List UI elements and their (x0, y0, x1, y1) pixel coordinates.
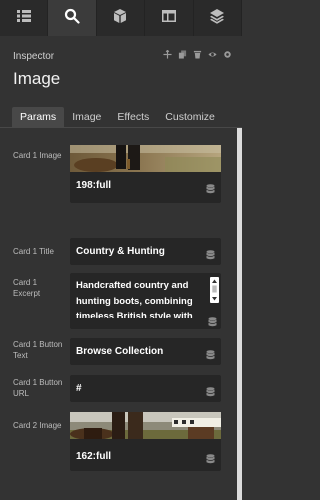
excerpt-scrollbar[interactable] (210, 277, 219, 303)
cube-icon (112, 8, 128, 29)
card2-image-thumbnail (70, 412, 221, 439)
card2-image-field[interactable]: 162:full (70, 412, 221, 471)
database-icon[interactable] (208, 314, 217, 327)
page-title: Image (13, 69, 61, 88)
database-icon[interactable] (206, 247, 215, 260)
card1-button-url-value: # (76, 383, 82, 394)
inspector-label: Inspector (13, 51, 55, 62)
database-icon[interactable] (206, 384, 215, 397)
layers-icon (209, 8, 225, 29)
inspector-tabs: Params Image Effects Customize (12, 107, 223, 127)
card1-title-label: Card 1 Title (13, 247, 54, 256)
database-icon[interactable] (206, 347, 215, 360)
move-icon[interactable] (163, 50, 172, 59)
card1-image-field[interactable]: 198:full (70, 145, 221, 203)
layout-button[interactable] (145, 0, 194, 36)
inspector-tools (163, 50, 232, 59)
card1-excerpt-value[interactable]: Handcrafted country and hunting boots, c… (76, 278, 208, 318)
card1-excerpt-label: Card 1 Excerpt (13, 278, 41, 298)
card1-title-value: Country & Hunting (76, 246, 165, 257)
database-icon[interactable] (206, 181, 215, 194)
elements-button[interactable] (97, 0, 146, 36)
card1-image-thumbnail (70, 145, 221, 172)
card1-button-text-field[interactable]: Browse Collection (70, 338, 221, 365)
tabs-divider (0, 127, 242, 128)
copy-icon[interactable] (178, 50, 187, 59)
card1-image-value: 198:full (76, 180, 112, 191)
eye-icon[interactable] (208, 50, 217, 59)
card1-button-text-value: Browse Collection (76, 346, 164, 357)
tab-effects[interactable]: Effects (109, 107, 157, 127)
list-icon (16, 8, 32, 29)
tab-image[interactable]: Image (64, 107, 109, 127)
settings-icon[interactable] (223, 50, 232, 59)
card1-excerpt-field[interactable]: Handcrafted country and hunting boots, c… (70, 273, 221, 329)
trash-icon[interactable] (193, 50, 202, 59)
card2-image-label: Card 2 Image (13, 421, 62, 430)
card1-title-field[interactable]: Country & Hunting (70, 238, 221, 265)
database-icon[interactable] (206, 451, 215, 464)
panel-scrollbar-thumb[interactable] (237, 128, 242, 500)
search-icon (64, 8, 80, 29)
layout-icon (161, 8, 177, 29)
card1-image-label: Card 1 Image (13, 151, 62, 160)
tab-params[interactable]: Params (12, 107, 65, 127)
search-button[interactable] (48, 0, 97, 36)
card1-button-text-label: Card 1 Button Text (13, 340, 63, 360)
tab-customize[interactable]: Customize (157, 107, 223, 127)
card2-image-value: 162:full (76, 451, 112, 462)
layers-button[interactable] (194, 0, 242, 36)
card1-button-url-label: Card 1 Button URL (13, 378, 63, 398)
list-view-button[interactable] (0, 0, 49, 36)
card1-button-url-field[interactable]: # (70, 375, 221, 402)
top-toolbar (0, 0, 242, 36)
